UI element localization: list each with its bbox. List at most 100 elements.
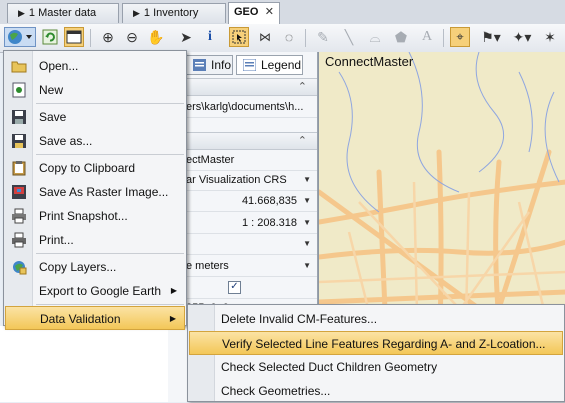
submenu-item-check-selected-duct-children-geometry[interactable]: Check Selected Duct Children Geometry bbox=[189, 355, 563, 379]
select-lasso-button[interactable]: ◌ bbox=[279, 27, 299, 47]
property-value: e meters bbox=[186, 260, 229, 272]
menu-item-label: Print... bbox=[39, 233, 74, 247]
menu-separator bbox=[36, 304, 184, 305]
property-checkbox[interactable]: ✓ bbox=[228, 281, 241, 294]
printer-snapshot-icon bbox=[11, 208, 27, 224]
select-rect-button[interactable] bbox=[229, 27, 249, 47]
submenu-item-check-geometries[interactable]: Check Geometries... bbox=[189, 379, 563, 403]
snap-button[interactable]: ⌖ bbox=[450, 27, 470, 47]
path-value: ers\karlg\documents\h... bbox=[186, 101, 304, 113]
menu-item-export-to-google-earth[interactable]: Export to Google Earth ▶ bbox=[5, 279, 185, 303]
draw-polygon-button[interactable]: ⬟ bbox=[391, 27, 411, 47]
dropdown-arrow-icon[interactable]: ▼ bbox=[303, 190, 311, 211]
property-row[interactable]: 1 : 208.318 ▼ bbox=[168, 212, 317, 234]
text-tool-button[interactable]: A bbox=[417, 27, 437, 47]
menu-item-label: Copy Layers... bbox=[39, 260, 117, 274]
property-row[interactable]: e meters ▼ bbox=[168, 255, 317, 277]
zoom-out-icon: ⊖ bbox=[126, 28, 138, 45]
submenu-item-label: Delete Invalid CM-Features... bbox=[221, 312, 378, 326]
new-map-icon bbox=[11, 82, 27, 98]
submenu-item-delete-invalid-cm-features[interactable]: Delete Invalid CM-Features... bbox=[189, 307, 563, 331]
menu-item-save[interactable]: Save bbox=[5, 105, 185, 129]
property-row[interactable]: ar Visualization CRS ▼ bbox=[168, 169, 317, 191]
settings-button[interactable]: ✶ bbox=[540, 27, 560, 47]
save-raster-icon bbox=[11, 184, 27, 200]
menu-item-label: Save As Raster Image... bbox=[39, 185, 169, 199]
tab-label: 1 Master data bbox=[28, 7, 97, 19]
copy-layers-icon bbox=[11, 259, 27, 275]
menu-item-save-as[interactable]: Save as... bbox=[5, 129, 185, 153]
menu-item-label: Save as... bbox=[39, 134, 93, 148]
pan-hand-icon: ✋ bbox=[147, 28, 165, 45]
clipboard-icon bbox=[11, 160, 27, 176]
path-row: ers\karlg\documents\h... bbox=[168, 96, 317, 118]
printer-icon bbox=[11, 232, 27, 248]
open-folder-icon bbox=[11, 58, 27, 74]
dropdown-arrow-icon[interactable]: ▼ bbox=[303, 212, 311, 233]
menu-separator bbox=[36, 103, 184, 104]
draw-line-icon: ╲ bbox=[344, 28, 354, 45]
map-title: ConnectMaster bbox=[325, 54, 414, 69]
info-button[interactable]: i bbox=[200, 27, 220, 47]
info-icon: i bbox=[208, 29, 212, 44]
menu-item-label: Export to Google Earth bbox=[39, 284, 162, 298]
menu-item-print[interactable]: Print... bbox=[5, 228, 185, 252]
blank-area bbox=[0, 326, 168, 402]
menu-item-label: Open... bbox=[39, 59, 79, 73]
property-value: ectMaster bbox=[186, 154, 235, 166]
menu-item-copy-to-clipboard[interactable]: Copy to Clipboard bbox=[5, 156, 185, 180]
menu-separator bbox=[36, 154, 184, 155]
menu-item-new[interactable]: New bbox=[5, 78, 185, 102]
submenu-item-label: Check Geometries... bbox=[221, 384, 331, 398]
zoom-out-button[interactable]: ⊖ bbox=[122, 27, 142, 47]
select-button[interactable]: ➤ bbox=[176, 27, 196, 47]
close-tab-icon[interactable]: ✕ bbox=[265, 3, 274, 22]
menu-item-copy-layers[interactable]: Copy Layers... bbox=[5, 255, 185, 279]
draw-polygon-icon: ⬟ bbox=[394, 28, 408, 45]
tab-inventory[interactable]: ▶ 1 Inventory bbox=[122, 3, 226, 23]
tab-arrow-icon: ▶ bbox=[133, 8, 140, 18]
draw-line-button[interactable]: ╲ bbox=[339, 27, 359, 47]
property-row[interactable]: ✓ bbox=[168, 277, 317, 299]
collapse-chevron-icon: ⌃ bbox=[297, 135, 307, 147]
property-row[interactable]: ▼ bbox=[168, 233, 317, 255]
refresh-button[interactable] bbox=[40, 27, 60, 47]
dropdown-arrow-icon[interactable]: ▼ bbox=[303, 233, 311, 254]
property-row[interactable]: 41.668,835 ▼ bbox=[168, 190, 317, 212]
measure-button[interactable]: ✦▾ bbox=[510, 27, 534, 47]
draw-polyline-button[interactable]: ⌓ bbox=[365, 27, 385, 47]
tab-master-data[interactable]: ▶ 1 Master data bbox=[7, 3, 119, 23]
dropdown-arrow-icon[interactable]: ▼ bbox=[303, 169, 311, 190]
pan-button[interactable]: ✋ bbox=[146, 27, 166, 47]
property-row[interactable]: ectMaster bbox=[168, 149, 317, 171]
panel-tab-info[interactable]: Info bbox=[186, 55, 233, 75]
submenu-item-verify-selected-line-features-regarding-[interactable]: Verify Selected Line Features Regarding … bbox=[189, 331, 563, 355]
window-button[interactable] bbox=[64, 27, 84, 47]
select-lasso-icon: ◌ bbox=[284, 29, 294, 45]
menu-item-data-validation[interactable]: Data Validation ▶ bbox=[5, 306, 185, 330]
menu-item-label: Data Validation bbox=[40, 312, 121, 326]
draw-point-button[interactable]: ✎ bbox=[313, 27, 333, 47]
menu-item-label: Save bbox=[39, 110, 67, 124]
menu-item-open[interactable]: Open... bbox=[5, 54, 185, 78]
select-node-icon: ⋈ bbox=[259, 30, 271, 44]
dropdown-arrow-icon[interactable]: ▼ bbox=[303, 255, 311, 276]
zoom-in-icon: ⊕ bbox=[102, 28, 114, 45]
tab-label: GEO bbox=[234, 6, 259, 18]
select-node-button[interactable]: ⋈ bbox=[255, 27, 275, 47]
tab-geo[interactable]: GEO ✕ bbox=[228, 2, 280, 24]
globe-menu-button[interactable] bbox=[4, 27, 36, 47]
measure-icon: ✦▾ bbox=[512, 28, 532, 45]
panel-tab-legend[interactable]: Legend bbox=[236, 55, 303, 75]
refresh-icon bbox=[42, 29, 58, 45]
menu-item-print-snapshot[interactable]: Print Snapshot... bbox=[5, 204, 185, 228]
globe-menu-icon bbox=[8, 30, 32, 44]
data-validation-submenu: Delete Invalid CM-Features... Verify Sele… bbox=[187, 304, 565, 402]
flag-button[interactable]: ⚑▾ bbox=[478, 27, 504, 47]
draw-point-icon: ✎ bbox=[317, 28, 329, 45]
section-header-1[interactable]: ⌃ bbox=[168, 78, 317, 96]
zoom-in-button[interactable]: ⊕ bbox=[98, 27, 118, 47]
menu-item-save-as-raster-image[interactable]: Save As Raster Image... bbox=[5, 180, 185, 204]
section-header-2[interactable]: ⌃ bbox=[168, 132, 317, 150]
submenu-arrow-icon: ▶ bbox=[169, 314, 176, 323]
